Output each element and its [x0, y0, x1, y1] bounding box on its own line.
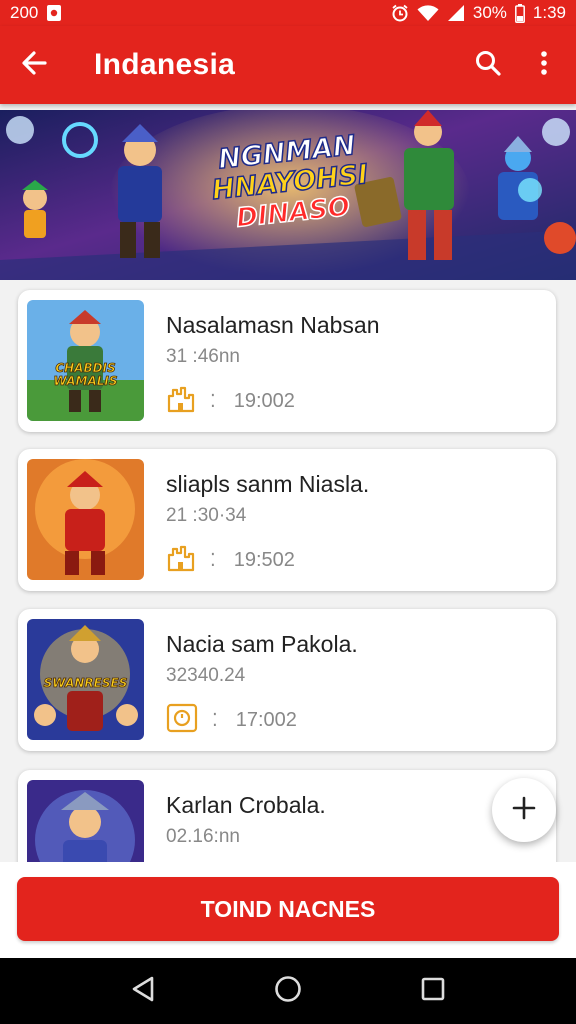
item-thumbnail: CHABDIS WAMALIS	[27, 300, 144, 421]
back-arrow-icon	[20, 49, 48, 82]
nav-back-button[interactable]	[113, 961, 173, 1021]
primary-action-button[interactable]: TOIND NACNES	[17, 877, 559, 941]
item-time: 02.16:nn	[166, 826, 240, 847]
item-meta: ⁚ 19:502	[166, 543, 295, 578]
castle-icon	[166, 543, 196, 578]
nav-home-icon	[274, 975, 302, 1008]
item-time: 21 :30·34	[166, 505, 247, 526]
meta-separator-icon: ⁚	[210, 391, 216, 411]
item-name: sliapls sanm Niasla.	[166, 471, 370, 497]
item-time: 32340.24	[166, 665, 246, 686]
item-list: CHABDIS WAMALIS Nasalamasn Nabsan 31 :46…	[0, 280, 576, 862]
list-item[interactable]: Karlan Crobala. 02.16:nn	[18, 770, 556, 862]
item-value: 19:502	[233, 549, 295, 571]
item-name: Nasalamasn Nabsan	[166, 312, 380, 338]
meta-separator-icon: ⁚	[210, 550, 216, 570]
item-thumbnail	[27, 459, 144, 580]
thumbnail-caption: SWANRESES	[43, 676, 128, 690]
list-item[interactable]: SWANRESES Nacia sam Pakola. 32340.24 ⁚ 1…	[18, 609, 556, 751]
signal-icon	[447, 4, 465, 22]
list-item[interactable]: sliapls sanm Niasla. 21 :30·34 ⁚ 19:502	[18, 449, 556, 591]
item-time: 31 :46nn	[166, 346, 240, 367]
castle-icon	[166, 384, 196, 419]
banner-title: NGNMAN HNAYOHSI DINASO	[196, 129, 384, 237]
alarm-icon	[391, 4, 409, 22]
nav-recents-button[interactable]	[403, 961, 463, 1021]
add-button[interactable]	[492, 778, 556, 842]
page-title: Indanesia	[94, 48, 236, 81]
system-nav-bar	[0, 958, 576, 1024]
back-button[interactable]	[2, 26, 66, 104]
item-thumbnail: SWANRESES	[27, 619, 144, 740]
battery-percent: 30%	[472, 3, 507, 22]
item-name: Nacia sam Pakola.	[166, 631, 358, 657]
app-bar: Indanesia	[0, 26, 576, 104]
battery-icon	[514, 3, 525, 23]
nav-back-icon	[130, 975, 156, 1008]
item-value: 19:002	[233, 390, 295, 412]
timer-icon	[166, 703, 198, 738]
search-icon	[474, 49, 502, 82]
plus-icon	[511, 795, 537, 826]
promo-banner[interactable]: NGNMAN HNAYOHSI DINASO	[0, 110, 576, 280]
notification-icon	[46, 4, 62, 22]
nav-recents-icon	[420, 976, 446, 1007]
status-bar: 200 30% 1:39	[0, 0, 576, 26]
item-thumbnail	[27, 780, 144, 862]
thumbnail-caption: CHABDIS WAMALIS	[53, 361, 118, 388]
list-item[interactable]: CHABDIS WAMALIS Nasalamasn Nabsan 31 :46…	[18, 290, 556, 432]
bottom-action-area: TOIND NACNES	[0, 862, 576, 958]
item-name: Karlan Crobala.	[166, 792, 326, 818]
more-options-button[interactable]	[516, 26, 572, 104]
nav-home-button[interactable]	[258, 961, 318, 1021]
meta-separator-icon: ⁚	[212, 710, 218, 730]
status-left-text: 200	[10, 3, 39, 22]
status-time: 1:39	[532, 3, 566, 22]
search-button[interactable]	[460, 26, 516, 104]
more-vert-icon	[540, 50, 548, 81]
item-value: 17:002	[235, 709, 297, 731]
item-meta: ⁚ 17:002	[166, 703, 297, 738]
wifi-icon	[417, 4, 439, 22]
item-meta: ⁚ 19:002	[166, 384, 295, 419]
